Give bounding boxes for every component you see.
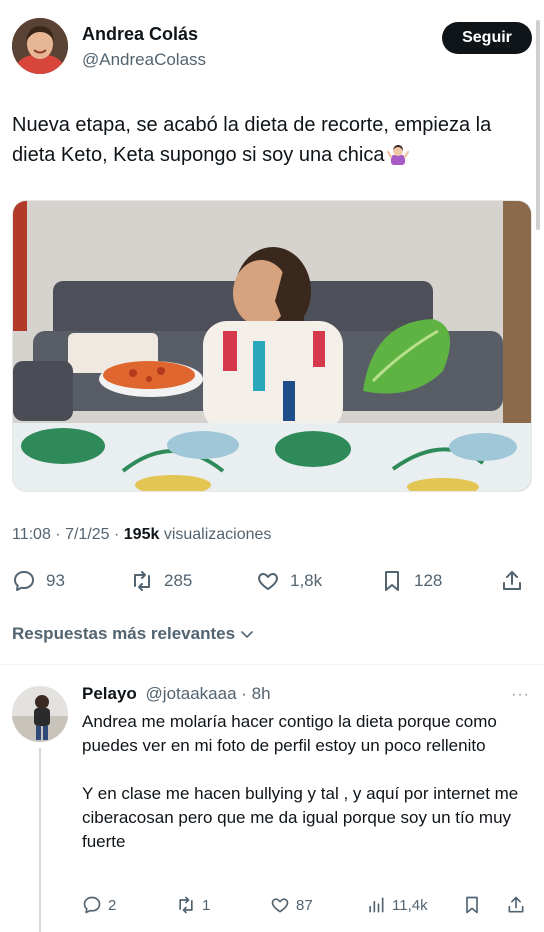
author-name[interactable]: Andrea Colás (82, 24, 198, 45)
tweet-timestamp[interactable]: 11:08 · 7/1/25 · (12, 526, 124, 543)
reply-author-handle[interactable]: @jotaakaaa · 8h (146, 684, 271, 703)
reply-actions: 2 1 87 11,4k (82, 892, 530, 918)
heart-icon (258, 573, 278, 590)
views-label: visualizaciones (159, 526, 272, 543)
divider (0, 664, 544, 665)
reply-button[interactable]: 93 (12, 566, 65, 596)
bookmark-count: 128 (414, 571, 443, 590)
reply-like-count: 87 (296, 896, 313, 914)
follow-button[interactable]: Seguir (442, 22, 532, 54)
heart-icon (271, 898, 289, 913)
reply-like-button[interactable]: 87 (270, 892, 313, 918)
reply-text: Andrea me molaría hacer contigo la dieta… (82, 712, 519, 851)
scrollbar[interactable] (536, 20, 540, 230)
reply-retweet-button[interactable]: 1 (176, 892, 210, 918)
more-options-icon[interactable]: ··· (511, 686, 530, 704)
tweet-header: Andrea Colás @AndreaColass Seguir (12, 18, 532, 78)
like-button[interactable]: 1,8k (256, 566, 322, 596)
thread-line (39, 748, 41, 932)
chevron-down-icon (241, 631, 253, 639)
share-button[interactable] (500, 566, 534, 596)
share-icon (503, 571, 521, 590)
replies-sort-selector[interactable]: Respuestas más relevantes (12, 624, 255, 644)
tweet-text-content: Nueva etapa, se acabó la dieta de recort… (12, 114, 492, 166)
retweet-button[interactable]: 285 (130, 566, 192, 596)
retweet-count: 285 (164, 571, 193, 590)
retweet-icon (179, 896, 193, 914)
views-chart-icon (369, 897, 384, 913)
reply-icon (83, 896, 101, 914)
reply-retweet-count: 1 (202, 896, 211, 914)
share-icon (508, 896, 524, 913)
author-handle[interactable]: @AndreaColass (82, 50, 206, 70)
reply-header: Pelayo @jotaakaaa · 8h (82, 684, 271, 704)
reply-reply-button[interactable]: 2 (82, 892, 116, 918)
reply-reply-count: 2 (108, 896, 117, 914)
reply-bookmark-button[interactable] (462, 892, 488, 918)
reply-views-button[interactable]: 11,4k (366, 892, 428, 918)
reply-views-count: 11,4k (392, 896, 428, 914)
reply-avatar[interactable] (12, 686, 68, 742)
views-count: 195k (123, 526, 160, 543)
reply-author-name[interactable]: Pelayo (82, 684, 137, 703)
tweet-meta: 11:08 · 7/1/25 · 195k visualizaciones (12, 526, 271, 544)
reply-count: 93 (46, 571, 65, 590)
replies-sort-label: Respuestas más relevantes (12, 624, 236, 643)
tweet-actions: 93 285 1,8k 128 (12, 566, 532, 596)
like-count: 1,8k (290, 571, 323, 590)
reply-icon (14, 571, 34, 591)
bookmark-button[interactable]: 128 (380, 566, 442, 596)
tweet-text: Nueva etapa, se acabó la dieta de recort… (12, 110, 532, 170)
author-avatar[interactable] (12, 18, 68, 74)
retweet-icon (134, 571, 150, 591)
tweet-photo[interactable] (12, 200, 532, 492)
bookmark-icon (466, 896, 478, 914)
woman-shrugging-icon (387, 143, 410, 165)
bookmark-icon (385, 571, 399, 591)
reply-share-button[interactable] (506, 892, 532, 918)
